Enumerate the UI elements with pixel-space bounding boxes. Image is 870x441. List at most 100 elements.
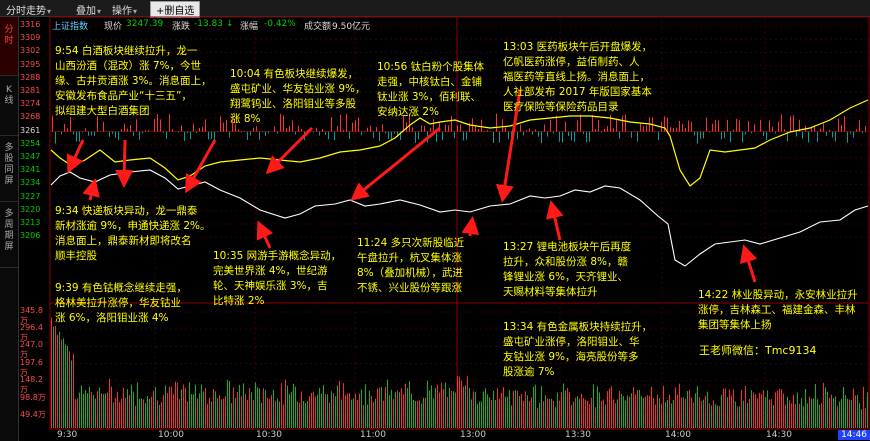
volume-bar [711, 405, 712, 428]
diff-bar [850, 131, 851, 134]
volume-bar [805, 388, 806, 428]
volume-bar [571, 405, 572, 428]
volume-bar [847, 398, 848, 428]
diff-bar [808, 131, 809, 143]
volume-bar [419, 400, 420, 428]
diff-bar [433, 119, 434, 132]
volume-bar [247, 399, 248, 428]
volume-bar [363, 404, 364, 428]
volume-bar [793, 394, 794, 428]
volume-bar [699, 397, 700, 428]
volume-bar [451, 390, 452, 428]
volume-bar [99, 387, 100, 428]
diff-bar [838, 118, 839, 132]
diff-bar [262, 131, 263, 133]
diff-bar [700, 131, 701, 139]
diff-bar [412, 127, 413, 132]
diff-bar [673, 128, 674, 132]
diff-bar [658, 131, 659, 140]
volume-bar [237, 392, 238, 428]
volume-bar [79, 392, 80, 428]
volume-bar [309, 396, 310, 428]
diff-bar [349, 131, 350, 139]
volume-bar [319, 387, 320, 428]
volume-bar [587, 400, 588, 428]
diff-bar [730, 131, 731, 143]
volume-bar [325, 394, 326, 428]
volume-bar [269, 398, 270, 428]
time-tick: 13:00 [460, 430, 486, 440]
volume-bar [505, 396, 506, 428]
diff-bar [601, 131, 602, 133]
volume-bar [569, 392, 570, 428]
diff-bar [721, 131, 722, 140]
volume-bar [523, 400, 524, 428]
volume-bar [143, 399, 144, 428]
diff-bar [571, 131, 572, 141]
volume-bar [113, 402, 114, 428]
diff-bar [709, 131, 710, 133]
volume-bar [323, 385, 324, 428]
volume-bar [823, 382, 824, 428]
volume-bar [799, 403, 800, 428]
volume-bar [717, 405, 718, 428]
volume-bar [283, 404, 284, 428]
price-tick: 3247 [20, 152, 41, 161]
diff-bar [328, 131, 329, 140]
volume-bar [595, 407, 596, 428]
price-tick: 3206 [20, 231, 41, 241]
volume-bar [487, 394, 488, 428]
diff-bar [64, 123, 65, 132]
diff-bar [91, 131, 92, 136]
volume-bar [81, 385, 82, 428]
volume-bar [627, 395, 628, 428]
volume-bar [223, 398, 224, 428]
volume-bar [147, 396, 148, 428]
diff-bar [502, 119, 503, 132]
volume-bar [203, 391, 204, 428]
volume-bar [209, 397, 210, 428]
annotation-arrow [82, 178, 100, 201]
volume-bar [697, 386, 698, 428]
volume-bar [463, 386, 464, 428]
volume-bar [435, 388, 436, 428]
diff-bar [748, 120, 749, 132]
volume-bar [273, 389, 274, 428]
volume-bar [615, 403, 616, 428]
volume-bar [515, 389, 516, 428]
volume-bar [353, 398, 354, 428]
volume-bar [813, 398, 814, 428]
volume-bar [443, 388, 444, 428]
volume-bar [331, 391, 332, 428]
diff-bar [766, 131, 767, 140]
volume-bar [395, 391, 396, 428]
volume-bar [549, 398, 550, 428]
diff-bar [613, 128, 614, 132]
volume-bar [175, 382, 176, 428]
volume-bar [867, 392, 868, 428]
diff-bar [223, 122, 224, 132]
diff-bar [676, 127, 677, 132]
price-value: 3247.39 [126, 19, 164, 29]
volume-bar [279, 401, 280, 428]
volume-bar [535, 384, 536, 428]
diff-bar [544, 124, 545, 132]
diff-bar [193, 123, 194, 132]
diff-bar [295, 131, 296, 135]
volume-bar [69, 351, 70, 428]
diff-bar [760, 120, 761, 132]
volume-bar [837, 406, 838, 428]
volume-bar [61, 339, 62, 428]
volume-bar [263, 388, 264, 428]
volume-bar [803, 406, 804, 428]
diff-bar [643, 126, 644, 132]
volume-bar [695, 393, 696, 428]
annotation-express: 9:34 快递板块异动，龙一鼎泰 新材涨逾 9%，申通快递涨 2%。 消息面上，… [55, 205, 211, 262]
volume-bar [259, 388, 260, 428]
volume-bar [347, 393, 348, 428]
volume-bar [811, 398, 812, 428]
volume-bar [575, 397, 576, 428]
diff-bar [115, 131, 116, 138]
volume-bar [665, 402, 666, 428]
turnover-label: 成交额 [304, 22, 332, 32]
